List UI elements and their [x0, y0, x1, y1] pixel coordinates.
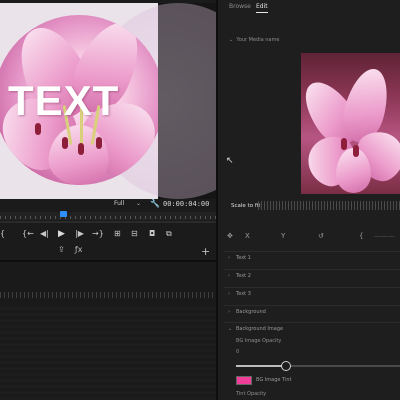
chevron-right-icon: › — [228, 255, 230, 261]
tint-opacity-label: Tint Opacity — [236, 391, 267, 397]
step-forward-icon[interactable]: |▶ — [75, 229, 84, 238]
playhead-timecode[interactable]: 00:00:04:00 — [163, 200, 209, 208]
media-section-header[interactable]: ⌄ Your Media name — [229, 37, 279, 43]
media-section-label: Your Media name — [236, 37, 280, 43]
property-separator — [224, 287, 400, 288]
mark-in-icon[interactable]: { — [0, 229, 5, 238]
ruler-ticks — [0, 216, 216, 219]
property-label: Text 2 — [236, 273, 251, 279]
lily-anther — [341, 138, 347, 150]
bg-image-tint-label: BG Image Tint — [256, 377, 292, 383]
rotate-icon[interactable]: ↺ — [318, 232, 324, 240]
lily-anther — [96, 137, 102, 149]
transport-controls: { {← ◀| ▶ |▶ →} ⊞ ⊟ ◘ ⧉ — [0, 229, 216, 243]
property-label: Background Image — [236, 326, 284, 332]
tab-edit[interactable]: Edit — [256, 3, 268, 10]
background-ghost-image — [158, 3, 216, 199]
bg-image-opacity-value[interactable]: 0 — [236, 349, 239, 355]
lily-anther — [353, 145, 359, 157]
camera-icon[interactable]: ◘ — [149, 229, 155, 238]
scrub-bar[interactable] — [0, 221, 216, 223]
property-row[interactable]: › Text 3 — [228, 291, 251, 297]
tab-browse[interactable]: Browse — [229, 3, 251, 10]
bg-image-tint-swatch[interactable] — [236, 376, 252, 385]
compare-icon[interactable]: ⧉ — [166, 229, 172, 239]
media-thumbnail[interactable] — [301, 53, 400, 194]
property-row[interactable]: ⌄ Background Image — [228, 326, 283, 332]
property-separator — [224, 251, 400, 252]
property-row[interactable]: › Text 2 — [228, 273, 251, 279]
property-label: Text 3 — [236, 291, 251, 297]
property-row[interactable]: › Text 1 — [228, 255, 251, 261]
slider-fill — [236, 365, 286, 367]
waveform-strip — [258, 201, 400, 210]
play-icon[interactable]: ▶ — [58, 229, 65, 239]
add-button-icon[interactable]: + — [201, 245, 210, 258]
value-field[interactable]: ——— — [374, 232, 395, 240]
move-icon[interactable]: ✥ — [227, 232, 233, 240]
property-label: Background — [236, 309, 266, 315]
anchor-icon[interactable]: { — [359, 232, 363, 240]
export-frame-icon[interactable]: ⇪ — [58, 245, 65, 254]
scale-to-fit-label[interactable]: Scale to fit — [231, 203, 260, 209]
property-separator — [224, 322, 400, 323]
overwrite-icon[interactable]: ⊟ — [131, 229, 138, 238]
x-position-icon[interactable]: X — [245, 232, 250, 240]
property-row[interactable]: › Background — [228, 309, 266, 315]
bg-image-opacity-label: BG Image Opacity — [236, 338, 282, 344]
transform-tools: ✥ X Y ↺ { ——— — [226, 232, 400, 242]
chevron-down-icon[interactable]: ⌄ — [136, 200, 141, 207]
fit-dropdown[interactable]: Full — [114, 200, 124, 207]
playhead-marker[interactable] — [59, 211, 67, 217]
overlay-title-text[interactable]: TEXT — [8, 77, 119, 125]
go-to-out-icon[interactable]: →} — [92, 229, 104, 238]
export-controls: ⇪ ƒx — [58, 245, 82, 254]
insert-icon[interactable]: ⊞ — [114, 229, 121, 238]
wrench-icon[interactable]: 🔧 — [150, 199, 160, 208]
lily-anther — [62, 137, 68, 149]
lily-anther — [78, 143, 84, 155]
chevron-right-icon: › — [228, 291, 230, 297]
timeline-ruler[interactable] — [0, 292, 216, 298]
y-position-icon[interactable]: Y — [281, 232, 285, 240]
mouse-pointer-icon: ↖ — [226, 156, 234, 166]
property-separator — [224, 269, 400, 270]
chevron-right-icon: › — [228, 309, 230, 315]
monitor-letterbox — [158, 3, 216, 199]
program-monitor-frame[interactable]: TEXT — [0, 3, 158, 199]
active-tab-indicator — [256, 12, 268, 13]
chevron-right-icon: › — [228, 273, 230, 279]
go-to-in-icon[interactable]: {← — [22, 229, 34, 238]
timeline-tracks[interactable] — [0, 306, 216, 400]
property-label: Text 1 — [236, 255, 251, 261]
step-back-icon[interactable]: ◀| — [40, 229, 49, 238]
property-separator — [224, 305, 400, 306]
chevron-down-icon: ⌄ — [228, 326, 233, 332]
effects-icon[interactable]: ƒx — [75, 245, 83, 254]
